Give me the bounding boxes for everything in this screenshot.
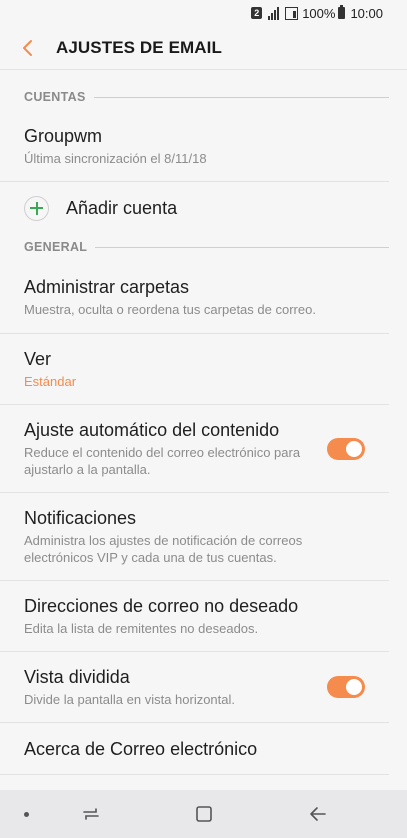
- section-label: GENERAL: [24, 240, 88, 254]
- back-arrow-icon[interactable]: [305, 802, 331, 826]
- notifications-item[interactable]: Notificaciones Administra los ajustes de…: [0, 493, 389, 581]
- item-title: Administrar carpetas: [24, 276, 190, 297]
- status-bar: 2 100% 10:00: [0, 0, 407, 26]
- item-subtitle: Administra los ajustes de notificación d…: [24, 533, 303, 565]
- manage-folders-item[interactable]: Administrar carpetas Muestra, oculta o r…: [0, 260, 389, 334]
- spam-addresses-item[interactable]: Direcciones de correo no deseado Edita l…: [0, 581, 389, 652]
- item-subtitle: Reduce el contenido del correo electróni…: [24, 445, 301, 477]
- section-header-cuentas: CUENTAS: [0, 71, 407, 123]
- item-subtitle: Divide la pantalla en vista horizontal.: [24, 692, 236, 707]
- divider: [93, 96, 389, 98]
- clock: 10:00: [350, 5, 383, 21]
- settings-list: CUENTAS Groupwm Última sincronización el…: [0, 71, 407, 775]
- chevron-left-icon[interactable]: [0, 26, 50, 70]
- item-subtitle: Edita la lista de remitentes no deseados…: [24, 621, 259, 636]
- auto-fit-toggle[interactable]: [327, 437, 365, 460]
- divider: [95, 246, 389, 248]
- add-account-label: Añadir cuenta: [66, 198, 178, 218]
- page-title: AJUSTES DE EMAIL: [56, 37, 222, 57]
- item-title: Notificaciones: [24, 508, 137, 528]
- item-title: Ajuste automático del contenido: [24, 420, 280, 440]
- item-title: Acerca de Correo electrónico: [24, 738, 258, 759]
- add-account-button[interactable]: Añadir cuenta: [0, 182, 389, 234]
- item-title: Vista dividida: [24, 667, 130, 687]
- signal-strength-icon: [285, 6, 299, 20]
- item-title: Ver: [24, 349, 52, 369]
- toggle-knob: [345, 439, 363, 458]
- section-label: CUENTAS: [24, 90, 86, 104]
- view-value: Estándar: [24, 374, 77, 389]
- sim-badge: 2: [251, 7, 263, 19]
- account-name: Groupwm: [24, 126, 103, 146]
- battery-icon: [338, 5, 346, 19]
- section-header-general: GENERAL: [0, 234, 407, 260]
- dot-icon: [24, 812, 29, 817]
- app-header: AJUSTES DE EMAIL: [0, 26, 407, 70]
- about-email-item[interactable]: Acerca de Correo electrónico: [0, 723, 389, 775]
- navigation-bar: [0, 790, 407, 838]
- item-subtitle: Muestra, oculta o reordena tus carpetas …: [24, 301, 316, 317]
- toggle-knob: [345, 678, 363, 696]
- signal-icon: [268, 6, 280, 20]
- battery-percent: 100%: [302, 5, 336, 21]
- auto-fit-item[interactable]: Ajuste automático del contenido Reduce e…: [0, 405, 389, 493]
- split-view-toggle[interactable]: [327, 676, 365, 698]
- view-item[interactable]: Ver Estándar: [0, 334, 389, 405]
- split-view-item[interactable]: Vista dividida Divide la pantalla en vis…: [0, 652, 389, 723]
- item-title: Direcciones de correo no deseado: [24, 596, 299, 616]
- plus-icon: [24, 195, 49, 221]
- account-sync-status: Última sincronización el 8/11/18: [24, 151, 207, 166]
- home-icon[interactable]: [191, 802, 217, 826]
- account-item[interactable]: Groupwm Última sincronización el 8/11/18: [0, 123, 389, 182]
- recent-apps-icon[interactable]: [78, 802, 104, 826]
